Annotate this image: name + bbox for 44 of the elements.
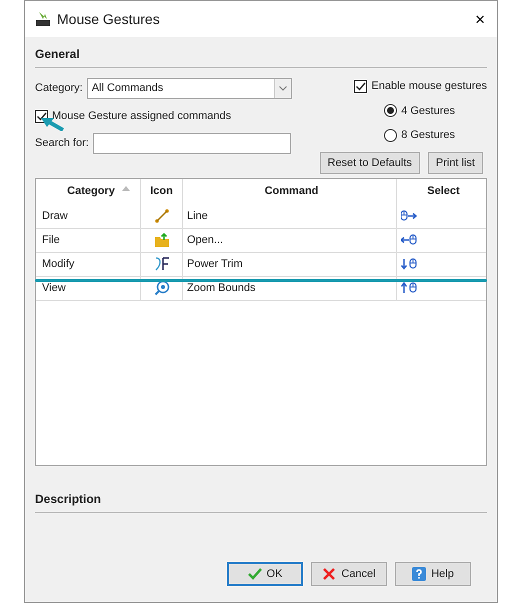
- column-header[interactable]: Icon: [141, 178, 183, 204]
- trim-icon: [154, 256, 170, 272]
- cancel-button[interactable]: Cancel: [311, 562, 387, 586]
- section-heading: Description: [35, 490, 487, 512]
- line-icon: [154, 208, 170, 224]
- caret-icon: [278, 86, 287, 91]
- table-cell-text: View: [42, 280, 66, 296]
- magnifier-icon: [154, 280, 170, 296]
- sort-ascending-icon: [122, 186, 130, 190]
- table-cell-text: Zoom Bounds: [187, 280, 256, 296]
- mouse-gesture-right-icon: [401, 210, 417, 222]
- table-cell-text: File: [42, 232, 60, 248]
- checkbox[interactable]: Enable mouse gestures: [354, 78, 487, 94]
- print-button[interactable]: Print list: [428, 152, 483, 174]
- field-label: Category:: [35, 81, 83, 96]
- table-cell-text: Modify: [42, 256, 74, 272]
- radio-button[interactable]: 4 Gestures: [384, 102, 455, 119]
- mouse-gesture-up-icon: [401, 282, 417, 294]
- table-cell-text: Open...: [187, 232, 224, 248]
- checkmark-icon: [36, 110, 47, 122]
- column-header[interactable]: Select: [397, 178, 486, 204]
- cross-icon: [322, 567, 336, 581]
- column-header[interactable]: Command: [183, 178, 397, 204]
- help-button[interactable]: Help: [395, 562, 471, 586]
- column-header[interactable]: Category: [36, 178, 141, 204]
- mouse-gesture-left-icon: [401, 234, 417, 246]
- table-cell-text: Power Trim: [187, 256, 243, 272]
- ok-button[interactable]: OK: [227, 562, 303, 586]
- mouse-gesture-down-icon: [401, 258, 417, 270]
- table-cell-text: Draw: [42, 208, 68, 224]
- reset-button[interactable]: Reset to Defaults: [320, 152, 420, 174]
- folder-icon: [154, 232, 170, 248]
- field-label: Search for:: [35, 136, 89, 151]
- help-icon: [412, 567, 426, 581]
- section-heading: General: [35, 45, 487, 68]
- radio-button[interactable]: 8 Gestures: [384, 127, 455, 144]
- search-field[interactable]: [92, 132, 291, 154]
- window-title: Mouse Gestures: [57, 10, 160, 28]
- check-icon: [248, 567, 262, 581]
- category-dropdown[interactable]: All Commands: [86, 78, 292, 99]
- checkmark-icon: [355, 80, 366, 92]
- app-icon: [35, 11, 51, 27]
- table-cell-text: Line: [187, 208, 208, 224]
- close-button[interactable]: ×: [473, 10, 487, 28]
